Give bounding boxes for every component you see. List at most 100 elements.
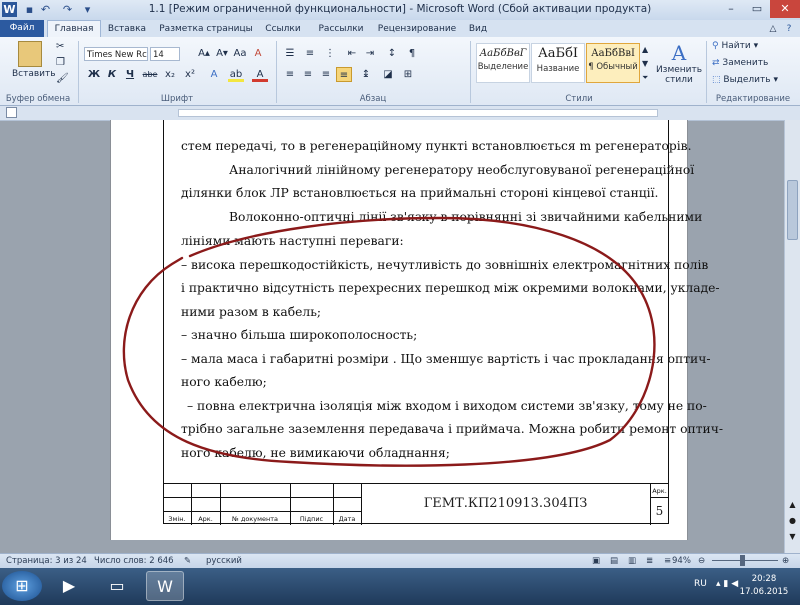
print-layout-icon[interactable]: ▣ [592, 556, 600, 566]
next-page-icon[interactable]: ▼ [785, 532, 800, 541]
explorer-icon[interactable]: ▭ [98, 571, 136, 601]
outline-icon[interactable]: ≣ [646, 556, 653, 566]
styles-scroll-down-icon[interactable]: ▼ [642, 59, 648, 68]
tab-mailings[interactable]: Рассылки [312, 22, 370, 37]
highlight-icon[interactable]: ab [228, 67, 244, 82]
tab-review[interactable]: Рецензирование [376, 22, 458, 37]
browse-object-icon[interactable]: ● [785, 516, 800, 525]
change-styles-icon: A [671, 41, 687, 65]
tab-page-layout[interactable]: Разметка страницы [158, 22, 254, 37]
replace-icon: ⇄ [712, 58, 720, 68]
tab-selector-icon[interactable] [6, 107, 17, 118]
decrease-indent-icon[interactable]: ⇤ [344, 46, 360, 61]
styles-more-icon[interactable]: ⏷ [642, 73, 648, 83]
align-left-icon[interactable]: ≡ [282, 67, 298, 82]
bold-button[interactable]: Ж [86, 67, 102, 82]
change-case-icon[interactable]: Aa [232, 46, 248, 61]
vertical-scrollbar[interactable]: ▲ ● ▼ [784, 120, 800, 553]
find-button[interactable]: ⚲ Найти ▾ [712, 41, 758, 51]
draft-icon[interactable]: ≡ [664, 556, 671, 566]
start-button[interactable]: ⊞ [2, 571, 42, 601]
style-emphasis[interactable]: АаБбВвГ Выделение [476, 43, 530, 83]
zoom-out-icon[interactable]: ⊖ [698, 556, 705, 566]
cut-icon[interactable]: ✂ [56, 41, 64, 52]
underline-button[interactable]: Ч [122, 67, 138, 82]
stamp-col-label: Підпис [299, 515, 324, 523]
red-freehand-outline [122, 216, 656, 467]
word-count[interactable]: Число слов: 2 646 [94, 556, 174, 566]
media-player-icon[interactable]: ▶ [50, 571, 88, 601]
page-count[interactable]: Страница: 3 из 24 [6, 556, 87, 566]
font-size-select[interactable]: 14 [150, 47, 180, 61]
subscript-button[interactable]: x₂ [162, 67, 178, 82]
tab-view[interactable]: Вид [466, 22, 490, 37]
change-styles-button[interactable]: A Изменить стили [654, 41, 704, 85]
ruler-scale [178, 109, 658, 117]
tab-file[interactable]: Файл [0, 20, 44, 37]
increase-indent-icon[interactable]: ⇥ [362, 46, 378, 61]
multilevel-list-icon[interactable]: ⋮ [322, 46, 338, 61]
style-normal[interactable]: АаБбВвI ¶ Обычный [586, 43, 640, 83]
text-effects-icon[interactable]: A [206, 67, 222, 82]
full-screen-icon[interactable]: ▤ [610, 556, 618, 566]
tray-icons[interactable]: ▴ ▮ ◀ [716, 579, 738, 589]
help-icon[interactable]: ? [782, 22, 796, 37]
minimize-ribbon-icon[interactable]: △ [766, 22, 780, 37]
strikethrough-button[interactable]: abe [142, 67, 158, 82]
line-spacing-icon[interactable]: ↨ [358, 67, 374, 82]
web-layout-icon[interactable]: ▥ [628, 556, 636, 566]
superscript-button[interactable]: x² [182, 67, 198, 82]
font-color-icon[interactable]: A [252, 67, 268, 82]
minimize-icon[interactable]: – [718, 0, 744, 18]
tab-home[interactable]: Главная [47, 20, 101, 38]
zoom-slider-thumb[interactable] [740, 555, 745, 566]
align-center-icon[interactable]: ≡ [300, 67, 316, 82]
paragraph-line: ділянки блок ЛР встановлюється на прийма… [181, 186, 659, 200]
zoom-in-icon[interactable]: ⊕ [782, 556, 789, 566]
clock-date[interactable]: 17.06.2015 [736, 587, 792, 597]
sheet-label: Арк. [652, 487, 667, 495]
paragraph-group-label: Абзац [359, 94, 387, 104]
show-marks-icon[interactable]: ¶ [404, 46, 420, 61]
tab-insert[interactable]: Вставка [104, 22, 150, 37]
zoom-slider[interactable] [712, 560, 778, 561]
format-painter-icon[interactable]: 🖌 [56, 73, 69, 84]
select-button[interactable]: ⬚ Выделить ▾ [712, 75, 778, 85]
align-right-icon[interactable]: ≡ [318, 67, 334, 82]
stamp-col-label: Змін. [168, 515, 186, 523]
maximize-icon[interactable]: ▭ [744, 0, 770, 18]
scroll-thumb[interactable] [787, 180, 798, 240]
word-taskbar-icon[interactable]: W [146, 571, 184, 601]
spellcheck-icon[interactable]: ✎ [184, 556, 191, 566]
styles-scroll-up-icon[interactable]: ▲ [642, 45, 648, 54]
language[interactable]: русский [206, 556, 242, 566]
title-block: Змін. Арк. № документа Підпис Дата ГЕМТ.… [163, 483, 669, 525]
prev-page-icon[interactable]: ▲ [785, 500, 800, 509]
shading-icon[interactable]: ◪ [380, 67, 396, 82]
copy-icon[interactable]: ❐ [56, 57, 65, 68]
tab-references[interactable]: Ссылки [262, 22, 304, 37]
clock-time[interactable]: 20:28 [736, 574, 792, 584]
grow-font-icon[interactable]: A▴ [196, 46, 212, 61]
replace-button[interactable]: ⇄ Заменить [712, 58, 768, 68]
font-name-select[interactable]: Times New Rc [84, 47, 148, 61]
horizontal-ruler[interactable] [0, 106, 800, 121]
paste-icon [18, 41, 42, 67]
status-bar: Страница: 3 из 24 Число слов: 2 646 ✎ ру… [0, 553, 800, 569]
style-title[interactable]: АаБбI Название [531, 43, 585, 83]
language-indicator[interactable]: RU [694, 579, 707, 589]
zoom-level[interactable]: 94% [672, 556, 691, 566]
italic-button[interactable]: К [104, 67, 120, 82]
sort-icon[interactable]: ↕ [384, 46, 400, 61]
paste-button[interactable]: Вставить [12, 41, 56, 79]
close-icon[interactable]: ✕ [770, 0, 800, 18]
numbering-icon[interactable]: ≡ [302, 46, 318, 61]
justify-icon[interactable]: ≡ [336, 67, 352, 82]
stamp-col-label: Дата [338, 515, 356, 523]
clear-format-icon[interactable]: A [250, 46, 266, 61]
borders-icon[interactable]: ⊞ [400, 67, 416, 82]
shrink-font-icon[interactable]: A▾ [214, 46, 230, 61]
bullets-icon[interactable]: ☰ [282, 46, 298, 61]
styles-group-label: Стили [565, 94, 593, 104]
sheet-number: 5 [655, 504, 664, 518]
